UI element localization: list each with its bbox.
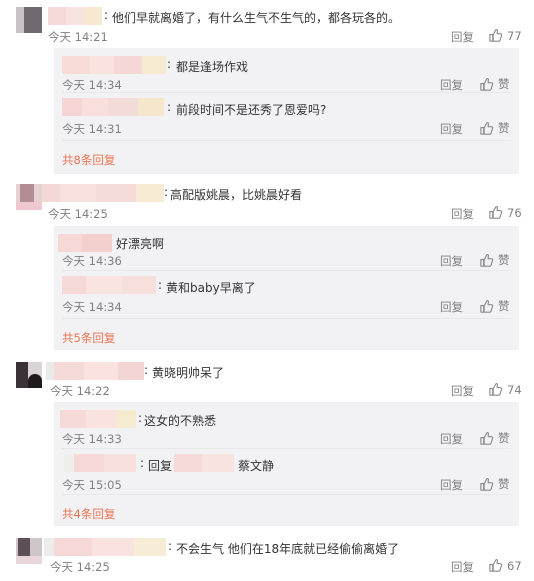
- comment-time: 今天 14:21: [48, 30, 108, 44]
- like-button[interactable]: 赞: [479, 76, 510, 92]
- like-count: 67: [507, 558, 522, 573]
- reply-button[interactable]: 回复: [440, 477, 463, 493]
- reply-time: 今天 14:34: [62, 78, 122, 92]
- divider: [62, 318, 511, 319]
- view-more-replies[interactable]: 共5条回复: [62, 330, 115, 346]
- username-blurred[interactable]: [46, 362, 144, 380]
- reply-button[interactable]: 回复: [440, 77, 463, 93]
- avatar[interactable]: [16, 184, 42, 210]
- reply-button[interactable]: 回复: [451, 559, 474, 575]
- username-blurred[interactable]: [44, 538, 166, 556]
- comment-time: 今天 14:25: [48, 207, 108, 221]
- reply-text: 前段时间不是还秀了恩爱吗?: [176, 103, 327, 117]
- thumbs-up-icon: [488, 558, 503, 573]
- like-button[interactable]: 74: [488, 382, 522, 397]
- like-label: 赞: [498, 299, 510, 313]
- reply-button[interactable]: 回复: [451, 29, 474, 45]
- thumbs-up-icon: [488, 382, 503, 397]
- like-count: 76: [507, 205, 522, 220]
- thumbs-up-icon: [479, 477, 494, 492]
- reply-time: 今天 14:33: [62, 432, 122, 446]
- like-button[interactable]: 赞: [479, 120, 510, 136]
- username-blurred[interactable]: [62, 276, 156, 294]
- comment-text: 黄晓明帅呆了: [152, 366, 225, 380]
- username-blurred[interactable]: [48, 7, 102, 25]
- like-label: 赞: [498, 77, 510, 91]
- thumbs-up-icon: [479, 431, 494, 446]
- name-colon: :: [144, 363, 149, 377]
- username-blurred[interactable]: [60, 410, 136, 428]
- like-label: 赞: [498, 431, 510, 445]
- sub-replies-panel: 好漂亮啊 今天 14:36 回复 赞 : 黄和baby早离了 今天 14:34 …: [54, 226, 519, 350]
- reply-time: 今天 15:05: [62, 478, 122, 492]
- like-button[interactable]: 76: [488, 205, 522, 220]
- reply-button[interactable]: 回复: [440, 121, 463, 137]
- like-count: 74: [507, 382, 522, 397]
- reply-button[interactable]: 回复: [440, 253, 463, 269]
- reply-text: 都是逢场作戏: [176, 60, 249, 74]
- divider: [62, 140, 511, 141]
- like-label: 赞: [498, 477, 510, 491]
- username-blurred[interactable]: [58, 234, 112, 252]
- reply-time: 今天 14:34: [62, 300, 122, 314]
- reply-button[interactable]: 回复: [440, 299, 463, 315]
- view-more-replies[interactable]: 共8条回复: [62, 152, 115, 168]
- name-colon: :: [104, 8, 109, 22]
- divider: [62, 494, 511, 495]
- thumbs-up-icon: [488, 205, 503, 220]
- sub-replies-panel: : 都是逢场作戏 今天 14:34 回复 赞 : 前段时间不是还秀了恩爱吗? 今…: [54, 48, 519, 174]
- reply-button[interactable]: 回复: [451, 383, 474, 399]
- reply-time: 今天 14:36: [62, 254, 122, 268]
- like-button[interactable]: 赞: [479, 476, 510, 492]
- reply-time: 今天 14:31: [62, 122, 122, 136]
- like-count: 77: [507, 28, 522, 43]
- name-colon: :: [158, 278, 163, 292]
- thumbs-up-icon: [479, 253, 494, 268]
- thumbs-up-icon: [479, 121, 494, 136]
- comment-time: 今天 14:22: [50, 384, 110, 398]
- username-blurred[interactable]: [42, 184, 164, 202]
- like-label: 赞: [498, 121, 510, 135]
- like-label: 赞: [498, 253, 510, 267]
- reply-button[interactable]: 回复: [440, 431, 463, 447]
- name-colon: :: [167, 100, 172, 114]
- thumbs-up-icon: [479, 299, 494, 314]
- comment-time: 今天 14:25: [50, 560, 110, 574]
- like-button[interactable]: 67: [488, 558, 522, 573]
- name-colon: :: [138, 411, 143, 425]
- name-colon: :: [167, 57, 172, 71]
- divider: [62, 448, 511, 449]
- username-blurred[interactable]: [62, 56, 166, 74]
- avatar[interactable]: [16, 362, 42, 388]
- reply-to-label: 回复: [148, 459, 173, 473]
- divider: [62, 270, 511, 271]
- like-button[interactable]: 赞: [479, 252, 510, 268]
- reply-text: 蔡文静: [238, 459, 275, 473]
- mentioned-user-blurred[interactable]: [174, 454, 234, 472]
- name-colon: :: [140, 456, 145, 470]
- name-colon: :: [168, 539, 173, 553]
- reply-text: 这女的不熟悉: [144, 414, 217, 428]
- name-colon: :: [164, 185, 169, 199]
- like-button[interactable]: 赞: [479, 430, 510, 446]
- comment-text: 高配版姚晨，比姚晨好看: [170, 188, 303, 202]
- thumbs-up-icon: [479, 77, 494, 92]
- comment-text: 不会生气 他们在18年底就已经偷偷离婚了: [176, 542, 400, 556]
- avatar[interactable]: [16, 7, 42, 33]
- reply-text: 黄和baby早离了: [166, 281, 256, 295]
- comment-text: 他们早就离婚了，有什么生气不生气的，都各玩各的。: [112, 11, 401, 25]
- username-blurred[interactable]: [62, 98, 164, 116]
- like-button[interactable]: 赞: [479, 298, 510, 314]
- reply-button[interactable]: 回复: [451, 206, 474, 222]
- view-more-replies[interactable]: 共4条回复: [62, 506, 115, 522]
- like-button[interactable]: 77: [488, 28, 522, 43]
- avatar[interactable]: [16, 538, 42, 564]
- reply-text: 好漂亮啊: [116, 237, 165, 251]
- divider: [62, 92, 511, 93]
- sub-replies-panel: : 这女的不熟悉 今天 14:33 回复 赞 : 回复 蔡文静 今天 15:05…: [54, 402, 519, 526]
- thumbs-up-icon: [488, 28, 503, 43]
- username-blurred[interactable]: [64, 454, 136, 472]
